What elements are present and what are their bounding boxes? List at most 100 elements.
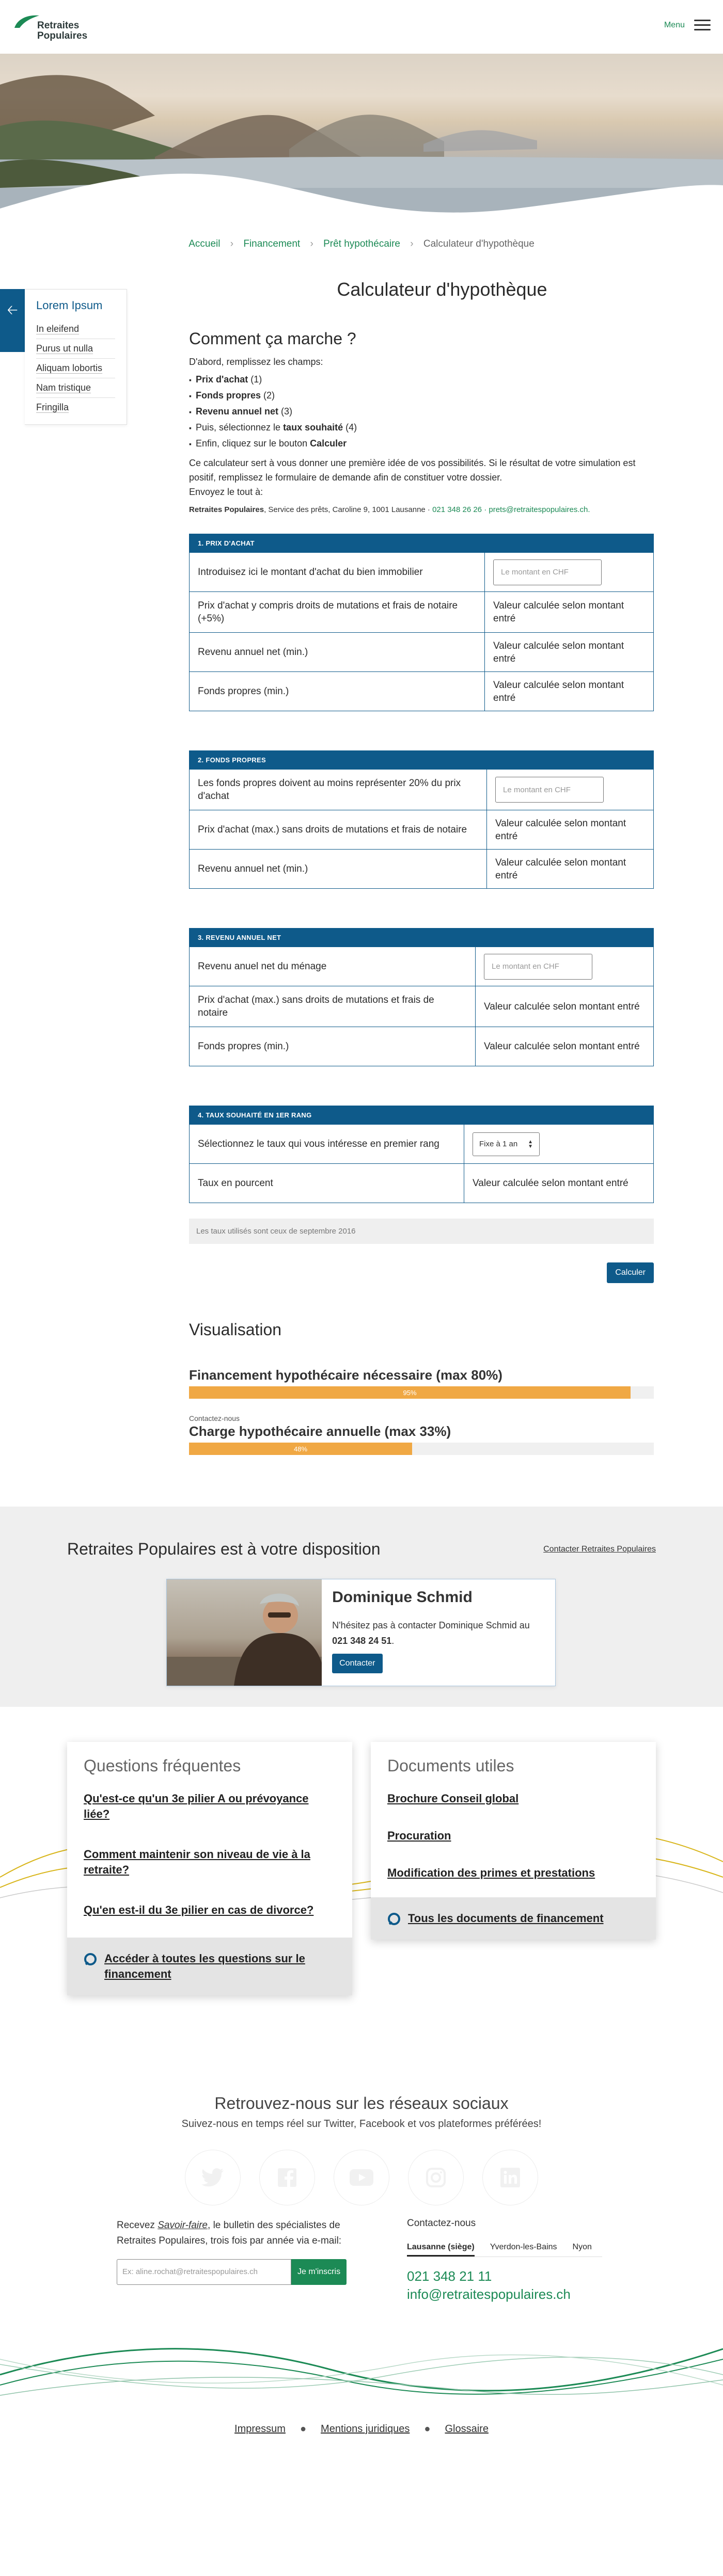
footer-decoration bbox=[0, 2313, 723, 2411]
contact-rp-link[interactable]: Contacter Retraites Populaires bbox=[543, 1545, 656, 1554]
docs-title: Documents utiles bbox=[387, 1756, 514, 1775]
footer-separator: ● bbox=[300, 2423, 307, 2435]
faq-item[interactable]: Qu'est-ce qu'un 3e pilier A ou prévoyanc… bbox=[67, 1786, 352, 1827]
contact-line: Retraites Populaires, Service des prêts,… bbox=[189, 505, 590, 514]
newsletter-email-input[interactable]: Ex: aline.rochat@retraitespopulaires.ch bbox=[117, 2259, 291, 2285]
calc-row: Prix d'achat (max.) sans droits de mutat… bbox=[190, 986, 653, 1027]
subscribe-button[interactable]: Je m'inscris bbox=[291, 2259, 347, 2285]
breadcrumb-item-financement[interactable]: Financement bbox=[243, 238, 300, 249]
all-docs-link[interactable]: Tous les documents de financement bbox=[371, 1897, 656, 1940]
calc-row: Prix d'achat (max.) sans droits de mutat… bbox=[190, 810, 653, 849]
instagram-icon[interactable] bbox=[408, 2150, 464, 2205]
twitter-icon[interactable] bbox=[185, 2150, 241, 2205]
back-arrow-icon[interactable]: 🡠 bbox=[0, 289, 25, 352]
taux-select-value: Fixe à 1 an bbox=[479, 1140, 518, 1148]
calculated-value: Valeur calculée selon montant entré bbox=[495, 818, 626, 842]
section-header: 3. REVENU ANNUEL NET bbox=[190, 929, 653, 947]
row-label: Revenu anuel net du ménage bbox=[190, 947, 476, 986]
side-menu-title: Lorem Ipsum bbox=[36, 299, 103, 312]
social-section: Retrouvez-nous sur les réseaux sociaux S… bbox=[0, 2094, 723, 2205]
chat-bubble-icon bbox=[388, 1913, 400, 1925]
social-icons bbox=[0, 2150, 723, 2205]
fonds-propres-input[interactable]: Le montant en CHF bbox=[495, 777, 604, 803]
linkedin-icon[interactable] bbox=[482, 2150, 538, 2205]
all-docs-label: Tous les documents de financement bbox=[408, 1912, 604, 1925]
contact-advisor-button[interactable]: Contacter bbox=[332, 1654, 383, 1673]
steps-list: Prix d'achat (1) Fonds propres (2) Reven… bbox=[189, 372, 654, 452]
contact-band-title: Retraites Populaires est à votre disposi… bbox=[67, 1540, 381, 1558]
contact-email[interactable]: info@retraitespopulaires.ch bbox=[407, 2286, 602, 2302]
contact-phone-link[interactable]: 021 348 26 26 bbox=[432, 505, 482, 514]
faq-item[interactable]: Qu'en est-il du 3e pilier en cas de divo… bbox=[67, 1897, 352, 1923]
side-menu-item[interactable]: Nam tristique bbox=[36, 378, 115, 398]
footer-link-impressum[interactable]: Impressum bbox=[234, 2423, 286, 2435]
how-it-works-title: Comment ça marche ? bbox=[189, 329, 356, 348]
contact-title: Contactez-nous bbox=[407, 2218, 476, 2229]
revenu-input[interactable]: Le montant en CHF bbox=[484, 953, 592, 980]
section-header: 2. FONDS PROPRES bbox=[190, 751, 653, 769]
advisor-text: N'hésitez pas à contacter Dominique Schm… bbox=[332, 1620, 530, 1646]
faq-item[interactable]: Comment maintenir son niveau de vie à la… bbox=[67, 1842, 352, 1883]
row-label: Prix d'achat (max.) sans droits de mutat… bbox=[190, 986, 476, 1027]
contact-us-link[interactable]: Contactez-nous bbox=[189, 1414, 654, 1422]
taux-select[interactable]: Fixe à 1 an ▲ ▼ bbox=[473, 1132, 540, 1156]
breadcrumb-separator: › bbox=[230, 238, 234, 249]
tab-nyon[interactable]: Nyon bbox=[573, 2243, 592, 2257]
section-header: 1. PRIX D'ACHAT bbox=[190, 534, 653, 552]
youtube-icon[interactable] bbox=[334, 2150, 389, 2205]
prix-achat-input[interactable]: Le montant en CHF bbox=[493, 559, 602, 585]
bar-label: Financement hypothécaire nécessaire (max… bbox=[189, 1367, 502, 1383]
calc-row: Revenu anuel net du ménage Le montant en… bbox=[190, 947, 653, 986]
doc-item[interactable]: Brochure Conseil global bbox=[371, 1786, 656, 1812]
row-label: Introduisez ici le montant d'achat du bi… bbox=[190, 553, 485, 591]
calc-row: Introduisez ici le montant d'achat du bi… bbox=[190, 552, 653, 591]
breadcrumb-separator: › bbox=[410, 238, 414, 249]
breadcrumb-item-home[interactable]: Accueil bbox=[188, 238, 220, 249]
calc-row: Taux en pourcent Valeur calculée selon m… bbox=[190, 1163, 653, 1203]
side-menu: Lorem Ipsum In eleifend Purus ut nulla A… bbox=[25, 289, 127, 425]
calculated-value: Valeur calculée selon montant entré bbox=[473, 1178, 628, 1189]
updown-icon: ▲ ▼ bbox=[528, 1139, 533, 1149]
progress-bar: 48% bbox=[189, 1443, 654, 1455]
step-item: Fonds propres (2) bbox=[189, 388, 654, 404]
contact-tabs: Lausanne (siège) Yverdon-les-Bains Nyon bbox=[407, 2243, 602, 2257]
doc-item[interactable]: Procuration bbox=[371, 1823, 656, 1849]
calc-section-revenu: 3. REVENU ANNUEL NET Revenu anuel net du… bbox=[189, 928, 654, 1066]
logo-line-2: Populaires bbox=[37, 30, 88, 41]
contact-email-link[interactable]: prets@retraitespopulaires.ch. bbox=[489, 505, 590, 514]
step-item: Revenu annuel net (3) bbox=[189, 404, 654, 420]
logo-line-1: Retraites bbox=[37, 20, 80, 31]
tab-lausanne[interactable]: Lausanne (siège) bbox=[407, 2243, 475, 2257]
facebook-icon[interactable] bbox=[259, 2150, 315, 2205]
advisor-card: Dominique Schmid N'hésitez pas à contact… bbox=[166, 1579, 556, 1686]
calc-row: Sélectionnez le taux qui vous intéresse … bbox=[190, 1124, 653, 1163]
all-faq-link[interactable]: Accéder à toutes les questions sur le fi… bbox=[67, 1938, 352, 1995]
side-menu-item[interactable]: Fringilla bbox=[36, 398, 115, 417]
menu-button[interactable]: Menu bbox=[664, 20, 711, 31]
calc-row: Fonds propres (min.) Valeur calculée sel… bbox=[190, 671, 653, 711]
tab-yverdon[interactable]: Yverdon-les-Bains bbox=[490, 2243, 557, 2257]
doc-item[interactable]: Modification des primes et prestations bbox=[371, 1860, 656, 1886]
side-menu-item[interactable]: Aliquam lobortis bbox=[36, 359, 115, 378]
row-label: Taux en pourcent bbox=[190, 1164, 464, 1203]
side-menu-item[interactable]: In eleifend bbox=[36, 319, 115, 339]
breadcrumb-current: Calculateur d'hypothèque bbox=[423, 238, 535, 249]
logo-text: Retraites Populaires bbox=[37, 21, 87, 41]
row-label: Prix d'achat y compris droits de mutatio… bbox=[190, 592, 485, 632]
footer-link-mentions[interactable]: Mentions juridiques bbox=[321, 2423, 410, 2435]
row-label: Sélectionnez le taux qui vous intéresse … bbox=[190, 1125, 464, 1163]
calc-row: Fonds propres (min.) Valeur calculée sel… bbox=[190, 1027, 653, 1066]
contact-phone[interactable]: 021 348 21 11 bbox=[407, 2268, 602, 2284]
calculated-value: Valeur calculée selon montant entré bbox=[493, 679, 624, 703]
breadcrumb-item-pret[interactable]: Prêt hypothécaire bbox=[323, 238, 400, 249]
faq-title: Questions fréquentes bbox=[84, 1756, 241, 1775]
calculate-button[interactable]: Calculer bbox=[607, 1262, 654, 1283]
row-label: Revenu annuel net (min.) bbox=[190, 850, 487, 888]
progress-fill: 95% bbox=[189, 1386, 631, 1399]
footer-link-glossaire[interactable]: Glossaire bbox=[445, 2423, 488, 2435]
docs-panel: Documents utiles Brochure Conseil global… bbox=[371, 1742, 656, 1940]
logo[interactable]: Retraites Populaires bbox=[12, 13, 87, 41]
calc-button-wrap: Calculer bbox=[189, 1262, 654, 1283]
side-menu-item[interactable]: Purus ut nulla bbox=[36, 339, 115, 359]
calculated-value: Valeur calculée selon montant entré bbox=[493, 640, 624, 664]
